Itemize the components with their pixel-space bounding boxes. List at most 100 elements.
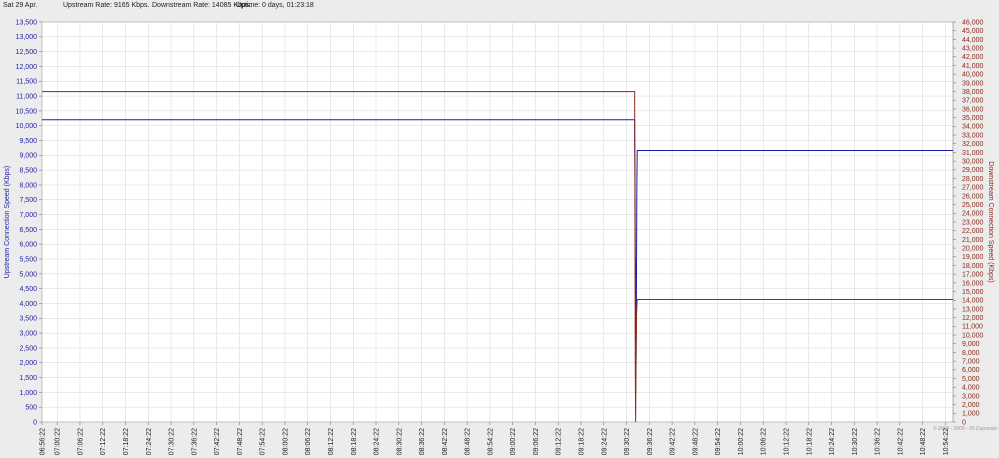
left-tick-label: 13,500 (16, 19, 38, 26)
right-tick-label: 46,000 (962, 19, 984, 26)
x-tick-label: 10:36:22 (875, 428, 882, 455)
right-tick-label: 39,000 (962, 80, 984, 87)
x-tick-label: 09:24:22 (601, 428, 608, 455)
x-tick-label: 07:06:22 (77, 428, 84, 455)
left-tick-label: 11,000 (16, 93, 37, 100)
right-tick-label: 4,000 (962, 385, 980, 392)
right-tick-label: 5,000 (962, 376, 980, 383)
left-tick-label: 9,500 (19, 138, 37, 145)
x-tick-label: 09:18:22 (579, 428, 586, 455)
left-tick-label: 0 (33, 419, 37, 426)
right-tick-label: 12,000 (962, 315, 984, 322)
right-tick-label: 22,000 (962, 228, 984, 235)
x-tick-label: 07:30:22 (169, 428, 176, 455)
right-tick-label: 11,000 (962, 324, 983, 331)
x-tick-label: 07:36:22 (191, 428, 198, 455)
right-tick-label: 41,000 (962, 63, 984, 70)
left-tick-label: 5,500 (19, 256, 37, 263)
right-tick-label: 38,000 (962, 89, 984, 96)
right-tick-label: 2,000 (962, 402, 980, 409)
right-tick-label: 9,000 (962, 341, 980, 348)
x-tick-label: 10:30:22 (852, 428, 859, 455)
right-tick-label: 27,000 (962, 185, 984, 192)
x-tick-label: 08:48:22 (465, 428, 472, 455)
x-tick-label: 07:24:22 (146, 428, 153, 455)
left-tick-label: 6,000 (19, 242, 37, 249)
x-tick-label: 08:12:22 (328, 428, 335, 455)
left-tick-label: 9,000 (19, 153, 37, 160)
right-tick-label: 13,000 (962, 306, 984, 313)
right-tick-label: 42,000 (962, 54, 984, 61)
left-tick-label: 4,000 (19, 301, 37, 308)
left-tick-label: 3,000 (19, 331, 37, 338)
plot-area (41, 21, 954, 423)
x-tick-label: 08:06:22 (305, 428, 312, 455)
left-tick-label: 5,000 (19, 271, 37, 278)
x-tick-label: 10:48:22 (920, 428, 927, 455)
left-tick-label: 6,500 (19, 227, 37, 234)
x-tick-label: 09:54:22 (715, 428, 722, 455)
x-tick-label: 10:06:22 (761, 428, 768, 455)
left-tick-label: 10,500 (16, 108, 38, 115)
right-tick-label: 29,000 (962, 167, 984, 174)
right-tick-label: 15,000 (962, 289, 984, 296)
left-tick-label: 10,000 (16, 123, 38, 130)
right-tick-label: 28,000 (962, 176, 984, 183)
x-tick-label: 08:54:22 (487, 428, 494, 455)
right-tick-label: 20,000 (962, 245, 984, 252)
left-tick-label: 12,500 (16, 49, 38, 56)
left-tick-label: 7,000 (19, 212, 37, 219)
x-tick-label: 09:48:22 (692, 428, 699, 455)
right-tick-label: 1,000 (962, 411, 980, 418)
x-tick-label: 09:42:22 (670, 428, 677, 455)
x-tick-label: 06:56:22 (40, 428, 47, 455)
right-tick-label: 34,000 (962, 124, 984, 131)
right-tick-label: 30,000 (962, 159, 984, 166)
right-tick-label: 36,000 (962, 106, 984, 113)
right-tick-label: 25,000 (962, 202, 984, 209)
right-tick-label: 37,000 (962, 98, 984, 105)
right-tick-label: 3,000 (962, 393, 980, 400)
left-tick-label: 1,500 (19, 375, 37, 382)
x-tick-label: 09:30:22 (624, 428, 631, 455)
x-tick-label: 07:00:22 (55, 428, 62, 455)
right-tick-label: 19,000 (962, 254, 984, 261)
right-tick-label: 26,000 (962, 193, 984, 200)
x-tick-label: 08:18:22 (351, 428, 358, 455)
left-tick-label: 3,500 (19, 316, 37, 323)
right-tick-label: 33,000 (962, 132, 984, 139)
left-tick-label: 11,500 (16, 79, 37, 86)
left-tick-label: 7,500 (19, 197, 37, 204)
right-tick-label: 10,000 (962, 332, 984, 339)
x-tick-label: 10:00:22 (738, 428, 745, 455)
left-tick-label: 500 (25, 405, 37, 412)
right-tick-label: 23,000 (962, 219, 984, 226)
right-tick-label: 14,000 (962, 298, 984, 305)
left-tick-label: 2,500 (19, 345, 37, 352)
x-tick-label: 09:36:22 (647, 428, 654, 455)
x-tick-label: 08:42:22 (442, 428, 449, 455)
right-tick-label: 16,000 (962, 280, 984, 287)
right-tick-label: 7,000 (962, 359, 980, 366)
left-tick-label: 4,500 (19, 286, 37, 293)
right-tick-label: 17,000 (962, 272, 984, 279)
right-tick-label: 44,000 (962, 37, 984, 44)
right-tick-label: 24,000 (962, 211, 984, 218)
watermark-text: © 2000 - 2009 - 05 Dsprouter (933, 425, 998, 432)
x-tick-label: 08:24:22 (374, 428, 381, 455)
x-tick-label: 10:42:22 (897, 428, 904, 455)
left-tick-label: 8,000 (19, 182, 37, 189)
right-tick-label: 21,000 (962, 237, 984, 244)
x-tick-label: 10:24:22 (829, 428, 836, 455)
x-tick-label: 08:00:22 (282, 428, 289, 455)
left-tick-label: 1,000 (19, 390, 37, 397)
left-axis-title: Upstream Connection Speed (Kbps) (4, 166, 11, 278)
right-axis-title: Downstream Connection Speed (Kbps) (987, 161, 994, 282)
right-tick-label: 18,000 (962, 263, 984, 270)
left-tick-label: 8,500 (19, 168, 37, 175)
x-tick-label: 10:12:22 (783, 428, 790, 455)
x-tick-label: 09:12:22 (556, 428, 563, 455)
x-tick-label: 07:18:22 (123, 428, 130, 455)
x-tick-label: 09:06:22 (533, 428, 540, 455)
x-tick-label: 07:12:22 (100, 428, 107, 455)
